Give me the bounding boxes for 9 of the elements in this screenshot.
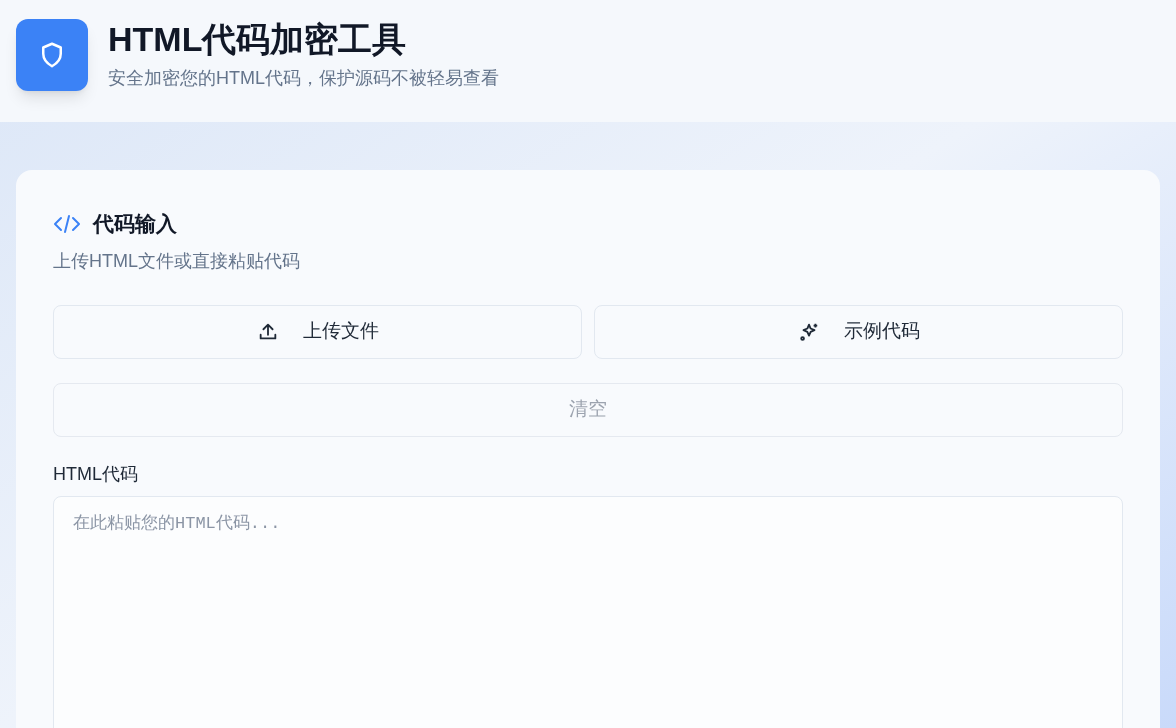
- card-title: 代码输入: [93, 211, 177, 237]
- code-icon: [53, 212, 81, 235]
- code-input-field[interactable]: 在此粘贴您的HTML代码...: [53, 495, 1123, 728]
- field-label: HTML代码: [53, 462, 139, 486]
- app-title: HTML代码加密工具: [108, 19, 408, 61]
- card-description: 上传HTML文件或直接粘贴代码: [53, 249, 301, 273]
- app-subtitle: 安全加密您的HTML代码，保护源码不被轻易查看: [108, 66, 499, 90]
- sample-code-button[interactable]: 示例代码: [594, 304, 1123, 359]
- upload-button[interactable]: 上传文件: [53, 304, 582, 359]
